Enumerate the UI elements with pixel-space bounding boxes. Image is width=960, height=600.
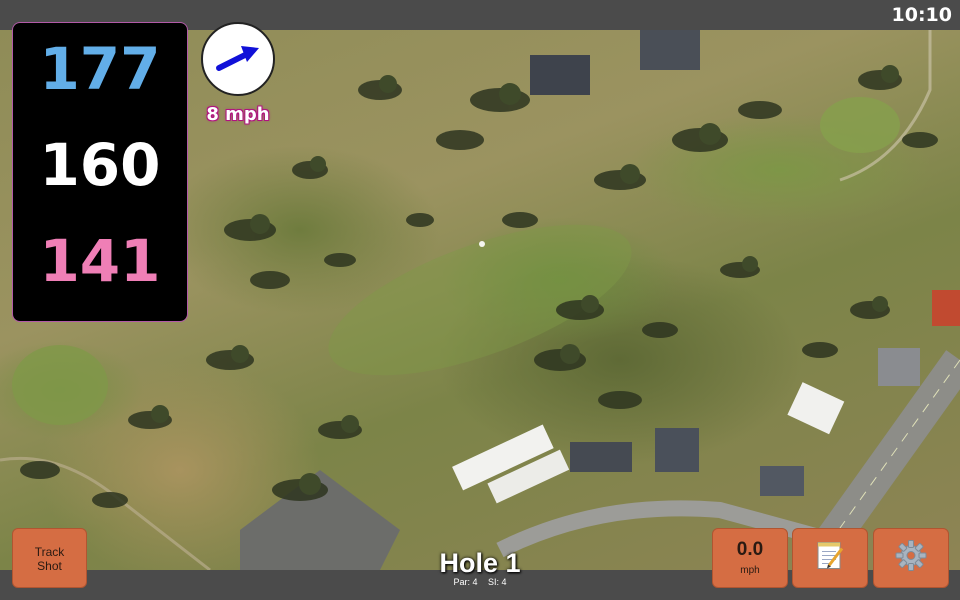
speed-button[interactable]: 0.0 mph	[712, 528, 788, 588]
front-distance: 141	[39, 227, 161, 295]
speed-value: 0.0	[736, 539, 764, 560]
hole-par: Par: 4	[453, 577, 478, 587]
track-shot-label-line2: Shot	[37, 559, 62, 573]
notes-button[interactable]	[792, 528, 868, 588]
center-distance: 160	[39, 131, 161, 199]
track-shot-button[interactable]: Track Shot	[12, 528, 87, 588]
back-distance: 177	[39, 35, 161, 103]
clock: 10:10	[891, 4, 952, 26]
settings-button[interactable]	[873, 528, 949, 588]
track-shot-label-line1: Track	[34, 545, 65, 559]
arrow-east-northeast-icon	[216, 46, 259, 71]
distance-panel: 177 160 141	[12, 22, 188, 322]
wind-speed: 8 mph	[206, 104, 270, 125]
gear-icon	[894, 539, 928, 578]
speed-unit: mph	[740, 565, 760, 576]
hole-info: Par: 4 SI: 4	[400, 577, 560, 587]
notepad-icon	[815, 540, 845, 577]
hole-title: Hole 1	[439, 548, 521, 578]
hole-si: SI: 4	[488, 577, 507, 587]
wind-direction-dial	[201, 22, 275, 96]
